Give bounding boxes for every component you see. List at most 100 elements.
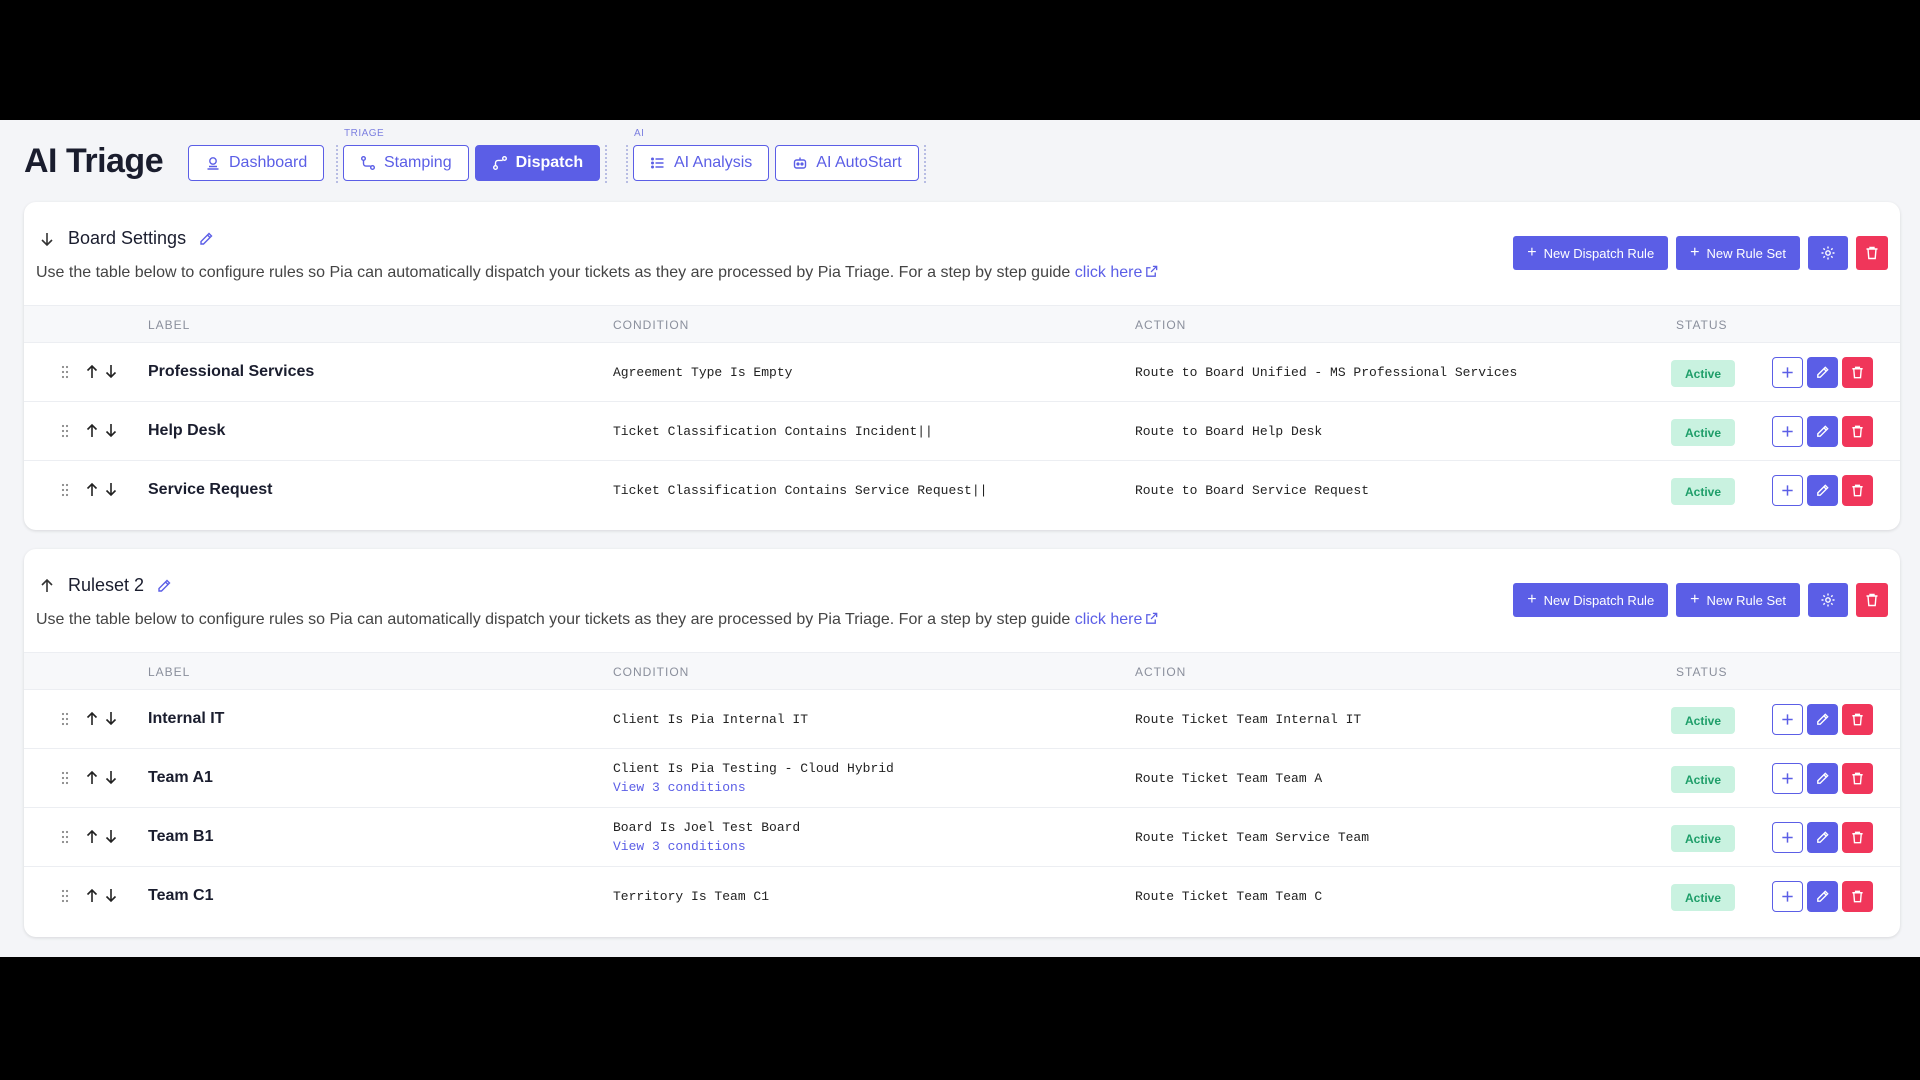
plus-icon: [1782, 891, 1793, 902]
view-conditions-link[interactable]: View 3 conditions: [613, 780, 894, 795]
drag-handle-icon[interactable]: [60, 364, 70, 380]
status-badge: Active: [1671, 825, 1735, 852]
move-up-icon[interactable]: [84, 481, 100, 498]
guide-link[interactable]: click here: [1075, 611, 1143, 628]
external-link-icon[interactable]: [1144, 264, 1159, 279]
move-down-icon[interactable]: [103, 887, 119, 904]
new-dispatch-rule-button[interactable]: + New Dispatch Rule: [1513, 583, 1669, 617]
move-down-icon[interactable]: [103, 422, 119, 439]
dispatch-icon: [492, 156, 507, 170]
reorder-arrows: [84, 363, 119, 380]
trash-icon: [1852, 425, 1863, 438]
add-rule-button[interactable]: [1772, 357, 1803, 388]
delete-rule-button[interactable]: [1842, 822, 1873, 853]
edit-rule-button[interactable]: [1807, 822, 1838, 853]
arrow-down-icon[interactable]: [38, 230, 56, 248]
column-status: STATUS: [1676, 665, 1728, 679]
move-up-icon[interactable]: [84, 828, 100, 845]
edit-rule-button[interactable]: [1807, 475, 1838, 506]
column-condition: CONDITION: [613, 318, 690, 332]
delete-rule-button[interactable]: [1842, 704, 1873, 735]
drag-handle-icon[interactable]: [60, 888, 70, 904]
table-row: Internal IT Client Is Pia Internal IT Rout…: [24, 690, 1900, 749]
drag-handle-icon[interactable]: [60, 711, 70, 727]
add-rule-button[interactable]: [1772, 822, 1803, 853]
move-down-icon[interactable]: [103, 828, 119, 845]
nav-stamping-button[interactable]: Stamping: [343, 145, 469, 181]
new-rule-set-button[interactable]: + New Rule Set: [1676, 583, 1800, 617]
delete-rule-button[interactable]: [1842, 475, 1873, 506]
delete-rule-button[interactable]: [1842, 763, 1873, 794]
edit-rule-button[interactable]: [1807, 704, 1838, 735]
rule-action: Route Ticket Team Service Team: [1135, 830, 1370, 845]
arrow-up-icon[interactable]: [38, 577, 56, 595]
ruleset-description: Use the table below to configure rules s…: [36, 611, 1159, 629]
add-rule-button[interactable]: [1772, 475, 1803, 506]
new-dispatch-rule-button[interactable]: + New Dispatch Rule: [1513, 236, 1669, 270]
move-up-icon[interactable]: [84, 769, 100, 786]
drag-handle-icon[interactable]: [60, 829, 70, 845]
nav-ai-autostart-button[interactable]: AI AutoStart: [775, 145, 919, 181]
trash-icon: [1852, 831, 1863, 844]
plus-icon: +: [1527, 591, 1537, 608]
plus-icon: [1782, 832, 1793, 843]
rule-label: Team B1: [148, 828, 214, 845]
pencil-icon[interactable]: [198, 231, 214, 247]
gear-icon: [1821, 593, 1835, 607]
reorder-arrows: [84, 710, 119, 727]
rule-condition: Client Is Pia Testing - Cloud Hybrid View…: [613, 761, 894, 795]
plus-icon: [1782, 485, 1793, 496]
status-badge: Active: [1671, 707, 1735, 734]
move-down-icon[interactable]: [103, 710, 119, 727]
delete-ruleset-button[interactable]: [1856, 583, 1888, 617]
trash-icon: [1852, 772, 1863, 785]
move-up-icon[interactable]: [84, 887, 100, 904]
delete-rule-button[interactable]: [1842, 416, 1873, 447]
nav-dashboard-button[interactable]: Dashboard: [188, 145, 325, 181]
ruleset-header: Ruleset 2 Use the table below to configu…: [24, 549, 1900, 652]
page: AI Triage Dashboard TRIAGE Stamping Disp…: [0, 120, 1920, 957]
add-rule-button[interactable]: [1772, 881, 1803, 912]
external-link-icon[interactable]: [1144, 611, 1159, 626]
pencil-icon[interactable]: [156, 578, 172, 594]
description-text: Use the table below to configure rules s…: [36, 611, 1075, 628]
delete-ruleset-button[interactable]: [1856, 236, 1888, 270]
ruleset-settings-button[interactable]: [1808, 583, 1848, 617]
table-row: Team C1 Territory Is Team C1 Route Ticket …: [24, 867, 1900, 926]
move-up-icon[interactable]: [84, 363, 100, 380]
edit-rule-button[interactable]: [1807, 763, 1838, 794]
ruleset-settings-button[interactable]: [1808, 236, 1848, 270]
guide-link[interactable]: click here: [1075, 264, 1143, 281]
add-rule-button[interactable]: [1772, 763, 1803, 794]
row-actions: [1772, 475, 1873, 506]
move-up-icon[interactable]: [84, 710, 100, 727]
delete-rule-button[interactable]: [1842, 357, 1873, 388]
row-actions: [1772, 704, 1873, 735]
view-conditions-link[interactable]: View 3 conditions: [613, 839, 800, 854]
new-rule-set-button[interactable]: + New Rule Set: [1676, 236, 1800, 270]
rule-action: Route Ticket Team Team C: [1135, 889, 1323, 904]
edit-rule-button[interactable]: [1807, 357, 1838, 388]
nav-ai-analysis-button[interactable]: AI Analysis: [633, 145, 770, 181]
drag-handle-icon[interactable]: [60, 423, 70, 439]
drag-handle-icon[interactable]: [60, 770, 70, 786]
ruleset-card-board-settings: Board Settings Use the table below to co…: [24, 202, 1900, 530]
add-rule-button[interactable]: [1772, 704, 1803, 735]
move-up-icon[interactable]: [84, 422, 100, 439]
delete-rule-button[interactable]: [1842, 881, 1873, 912]
drag-handle-icon[interactable]: [60, 482, 70, 498]
edit-rule-button[interactable]: [1807, 416, 1838, 447]
rule-condition: Ticket Classification Contains Incident|…: [613, 424, 933, 439]
nav-stamping-label: Stamping: [384, 154, 452, 171]
edit-rule-button[interactable]: [1807, 881, 1838, 912]
table-row: Team B1 Board Is Joel Test Board View 3 co…: [24, 808, 1900, 867]
move-down-icon[interactable]: [103, 363, 119, 380]
move-down-icon[interactable]: [103, 769, 119, 786]
add-rule-button[interactable]: [1772, 416, 1803, 447]
pencil-icon: [1817, 484, 1829, 496]
nav-dispatch-button[interactable]: Dispatch: [474, 145, 601, 181]
nav-ai-analysis-label: AI Analysis: [674, 154, 753, 171]
move-down-icon[interactable]: [103, 481, 119, 498]
nav-dashboard-label: Dashboard: [229, 154, 308, 171]
plus-icon: [1782, 426, 1793, 437]
